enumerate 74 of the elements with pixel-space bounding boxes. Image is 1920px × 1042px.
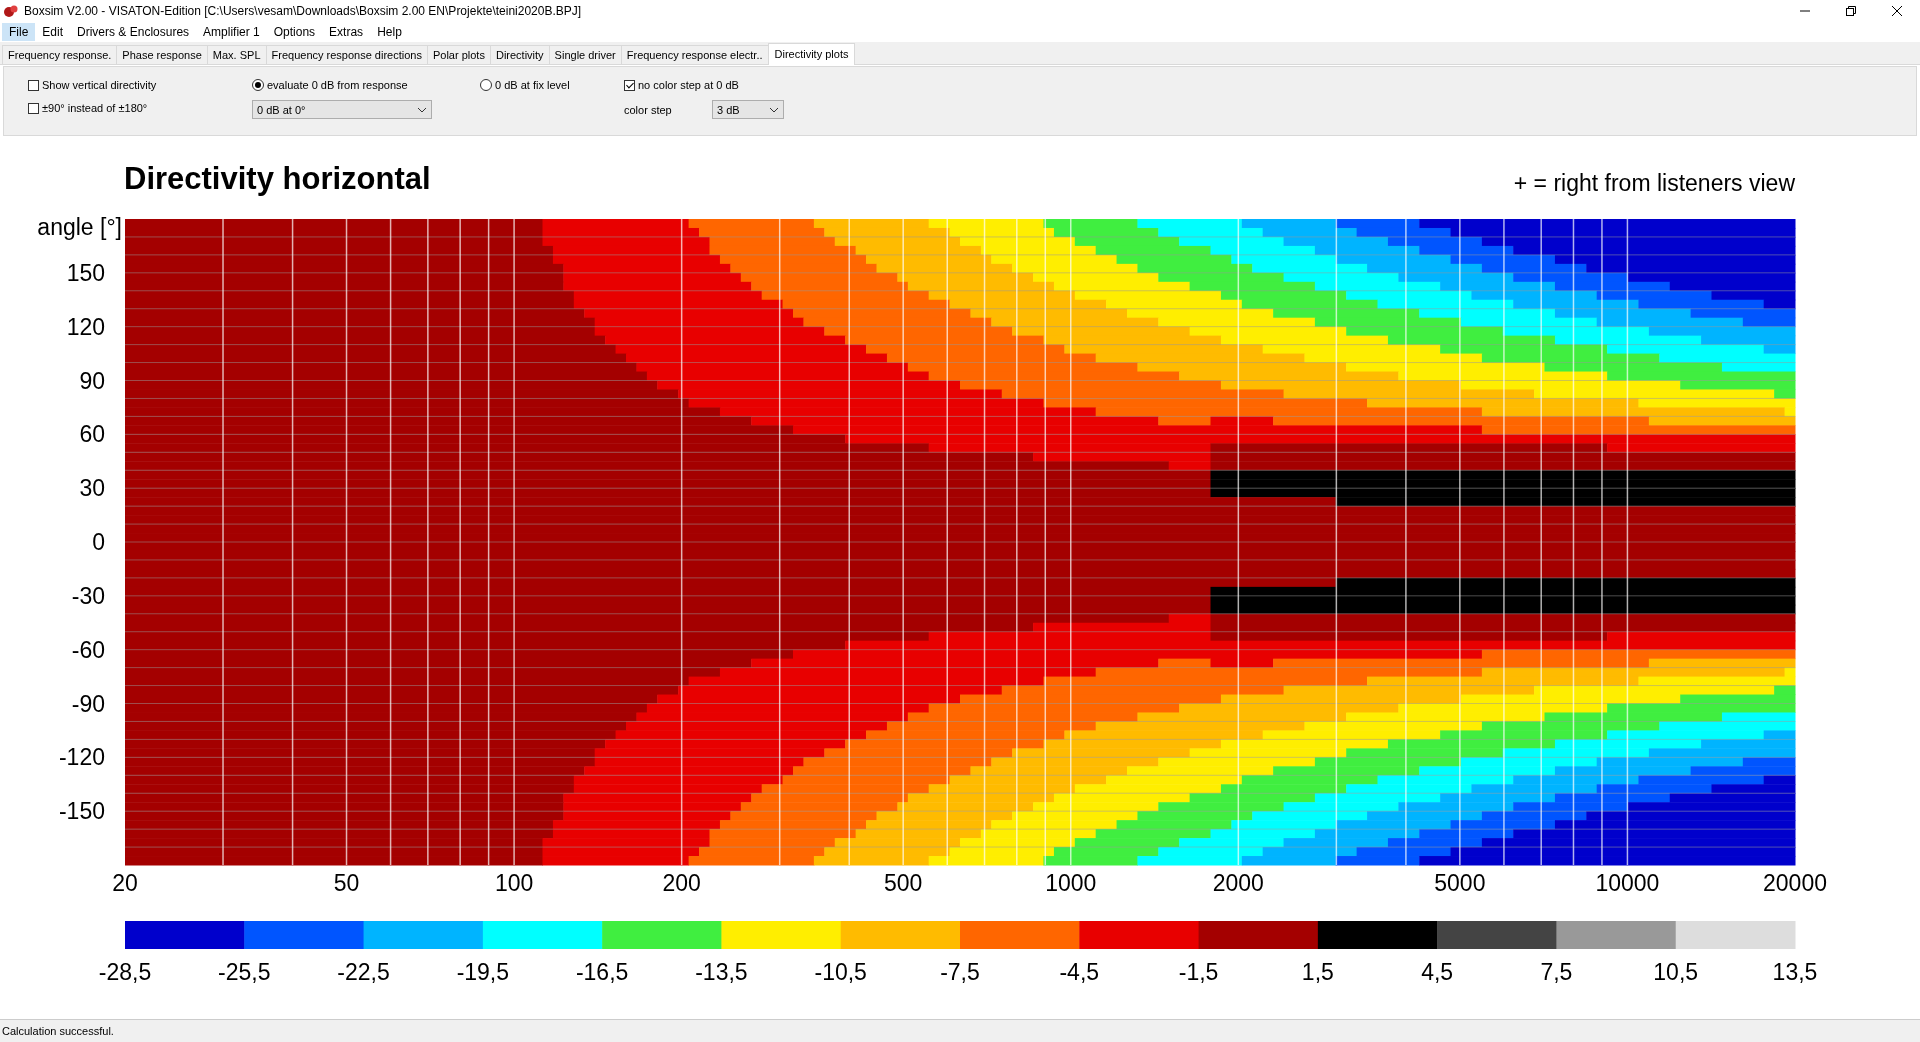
app-icon (4, 4, 18, 18)
menu-item[interactable]: Edit (35, 23, 71, 41)
y-tick-label: 120 (66, 313, 105, 340)
legend-label: -4,5 (1059, 959, 1100, 985)
status-text: Calculation successful. (2, 1025, 114, 1037)
menu-item[interactable]: Options (266, 23, 323, 41)
tab[interactable]: Directivity plots (767, 43, 856, 65)
legend-label: 7,5 (1540, 959, 1573, 985)
x-tick-label: 20 (112, 870, 138, 896)
checkbox[interactable] (28, 79, 39, 91)
legend-label: -13,5 (695, 959, 748, 985)
y-tick-label: -60 (71, 636, 105, 663)
x-tick-label: 200 (662, 870, 701, 896)
menu-item[interactable]: File (2, 23, 36, 41)
y-tick-label: -150 (58, 798, 105, 825)
radio-label: 0 dB at fix level (495, 79, 570, 91)
radio-label: evaluate 0 dB from response (267, 79, 408, 91)
tab[interactable]: Single driver (548, 45, 622, 64)
tab[interactable]: Polar plots (426, 45, 491, 64)
x-tick-label: 500 (884, 870, 923, 896)
legend-label: -7,5 (940, 959, 980, 985)
legend-label: 10,5 (1653, 959, 1699, 985)
legend-label: 4,5 (1421, 959, 1454, 985)
menu-item[interactable]: Amplifier 1 (196, 23, 267, 41)
caret-icon (769, 106, 779, 113)
radio-button[interactable] (252, 79, 264, 91)
y-tick-label: 90 (79, 367, 105, 394)
legend-label: -19,5 (456, 959, 510, 985)
y-tick-label: 60 (79, 421, 105, 448)
y-tick-label: -90 (71, 690, 105, 717)
window-title: Boxsim V2.00 - VISATON-Edition [C:\Users\vesam\Downloads\Boxsim 2.00 EN\Projekte\teini2020B.BPJ] (24, 4, 582, 18)
reference-dropdown[interactable]: 0 dB at 0° (252, 100, 432, 119)
y-axis-label: angle [°] (37, 214, 122, 240)
legend-label: 13,5 (1772, 959, 1818, 985)
y-tick-label: -120 (58, 744, 105, 771)
color-step-label: color step (624, 103, 673, 116)
x-tick-label: 10000 (1595, 870, 1660, 896)
radio-button[interactable] (480, 79, 492, 91)
legend-label: -10,5 (814, 959, 867, 985)
x-tick-label: 50 (333, 870, 360, 896)
legend-label: 1,5 (1301, 959, 1334, 985)
tab[interactable]: Directivity (489, 45, 550, 64)
tab[interactable]: Frequency response electr.. (620, 45, 769, 64)
caret-icon (417, 106, 427, 113)
tab[interactable]: Phase response (116, 45, 208, 64)
color-step-dropdown[interactable]: 3 dB (712, 100, 784, 119)
y-tick-label: 30 (79, 475, 105, 502)
tab[interactable]: Frequency response directions (265, 45, 428, 64)
legend-label: -28,5 (98, 959, 152, 985)
x-tick-label: 5000 (1434, 870, 1486, 896)
chart-note: + = right from listeners view (1513, 170, 1795, 197)
close-icon[interactable] (1891, 5, 1903, 17)
y-tick-label: 0 (92, 529, 105, 555)
legend-label: -16,5 (575, 959, 629, 985)
legend-label: -22,5 (337, 959, 390, 985)
checkbox[interactable] (624, 79, 635, 91)
menu-item[interactable]: Extras (322, 23, 371, 41)
x-tick-label: 100 (494, 870, 534, 896)
menu-item[interactable]: Help (370, 23, 409, 41)
y-tick-label: -30 (71, 582, 105, 609)
checkbox-label: Show vertical directivity (42, 79, 157, 91)
legend-label: -25,5 (218, 959, 271, 985)
x-tick-label: 20000 (1763, 870, 1827, 896)
legend-label: -1,5 (1178, 959, 1219, 985)
x-tick-label: 1000 (1045, 870, 1097, 896)
checkbox-label: no color step at 0 dB (638, 79, 739, 91)
y-tick-label: 150 (66, 259, 105, 286)
tab[interactable]: Frequency response. (2, 45, 118, 64)
checkbox-label: ±90° instead of ±180° (42, 102, 148, 114)
x-tick-label: 2000 (1212, 870, 1264, 896)
checkbox[interactable] (28, 102, 39, 114)
menu-item[interactable]: Drivers & Enclosures (70, 23, 197, 41)
restore-icon[interactable] (1845, 5, 1857, 17)
chart-title: Directivity horizontal (124, 161, 431, 197)
